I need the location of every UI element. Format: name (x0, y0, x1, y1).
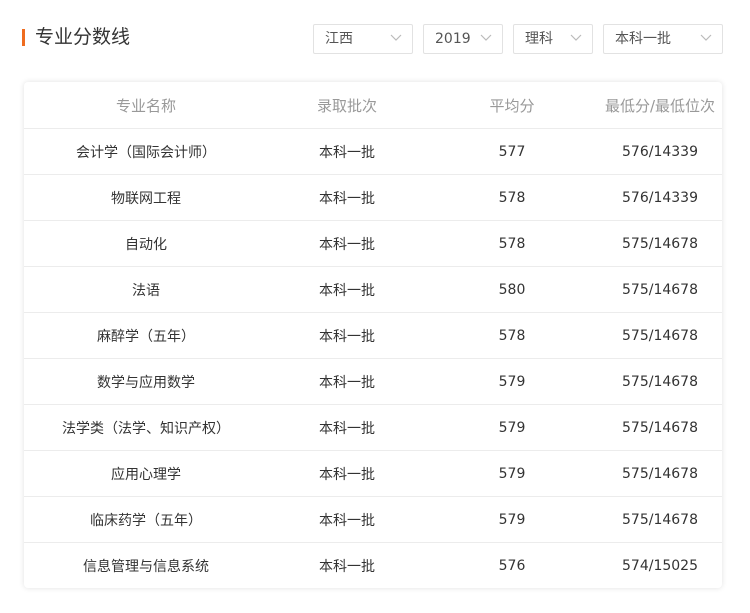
page: 专业分数线 江西 2019 理科 本科一批 专业名称 录取批次 平均分 最低分/… (0, 0, 750, 613)
section-header: 专业分数线 江西 2019 理科 本科一批 (22, 24, 732, 56)
year-select[interactable]: 2019 (423, 24, 503, 54)
cell-major: 物联网工程 (24, 174, 268, 221)
cell-major: 会计学（国际会计师） (24, 128, 268, 175)
table-header-row: 专业名称 录取批次 平均分 最低分/最低位次 (24, 82, 722, 129)
cell-min-rank: 575/14678 (598, 358, 722, 405)
cell-average: 579 (426, 450, 598, 497)
subject-select[interactable]: 理科 (513, 24, 593, 54)
cell-average: 580 (426, 266, 598, 313)
chevron-down-icon (480, 34, 492, 41)
table-row: 会计学（国际会计师） 本科一批 577 576/14339 (24, 128, 722, 175)
cell-min-rank: 574/15025 (622, 557, 698, 574)
batch-select-value: 本科一批 (615, 31, 671, 47)
subject-select-value: 理科 (525, 31, 553, 47)
cell-major: 麻醉学（五年） (24, 312, 268, 359)
table-row: 物联网工程 本科一批 578 576/14339 (24, 174, 722, 221)
cell-major: 法语 (24, 266, 268, 313)
cell-average: 576 (498, 557, 526, 574)
table-row: 法语 本科一批 580 575/14678 (24, 266, 722, 313)
cell-major: 数学与应用数学 (24, 358, 268, 405)
cell-average: 579 (426, 404, 598, 451)
chevron-down-icon (390, 34, 402, 41)
table-row: 法学类（法学、知识产权） 本科一批 579 575/14678 (24, 404, 722, 451)
cell-min-rank: 575/14678 (598, 404, 722, 451)
table-row: 自动化 本科一批 578 575/14678 (24, 220, 722, 267)
cell-batch: 本科一批 (268, 496, 426, 543)
cell-average: 579 (426, 496, 598, 543)
cell-major: 临床药学（五年） (24, 496, 268, 543)
province-select-value: 江西 (325, 31, 353, 47)
cell-batch: 本科一批 (268, 450, 426, 497)
table-row: 临床药学（五年） 本科一批 579 575/14678 (24, 496, 722, 543)
cell-batch: 本科一批 (268, 266, 426, 313)
cell-batch: 本科一批 (268, 174, 426, 221)
cell-major: 法学类（法学、知识产权） (24, 404, 268, 451)
cell-average: 578 (426, 174, 598, 221)
cell-average: 578 (426, 312, 598, 359)
column-header-major: 专业名称 (24, 82, 268, 129)
cell-batch: 本科一批 (319, 558, 375, 575)
batch-select[interactable]: 本科一批 (603, 24, 723, 54)
table-row: 麻醉学（五年） 本科一批 578 575/14678 (24, 312, 722, 359)
cell-batch: 本科一批 (268, 404, 426, 451)
cell-batch: 本科一批 (268, 220, 426, 267)
cell-batch: 本科一批 (268, 358, 426, 405)
column-header-batch: 录取批次 (268, 82, 426, 129)
cell-batch: 本科一批 (268, 128, 426, 175)
cell-major: 应用心理学 (24, 450, 268, 497)
table-row: 应用心理学 本科一批 579 575/14678 (24, 450, 722, 497)
cell-average: 579 (426, 358, 598, 405)
cell-min-rank: 575/14678 (598, 496, 722, 543)
cell-average: 578 (426, 220, 598, 267)
cell-min-rank: 575/14678 (598, 220, 722, 267)
cell-min-rank: 576/14339 (598, 128, 722, 175)
title-accent-bar (22, 29, 25, 46)
cell-major: 自动化 (24, 220, 268, 267)
table-row: 数学与应用数学 本科一批 579 575/14678 (24, 358, 722, 405)
cell-min-rank: 575/14678 (598, 450, 722, 497)
score-table: 专业名称 录取批次 平均分 最低分/最低位次 会计学（国际会计师） 本科一批 5… (24, 82, 722, 588)
table-row: 信息管理与信息系统 本科一批 576 574/15025 (24, 543, 722, 589)
chevron-down-icon (700, 34, 712, 41)
province-select[interactable]: 江西 (313, 24, 413, 54)
cell-major: 信息管理与信息系统 (83, 558, 209, 575)
chevron-down-icon (570, 34, 582, 41)
cell-average: 577 (426, 128, 598, 175)
column-header-average: 平均分 (426, 82, 598, 129)
column-header-min-rank: 最低分/最低位次 (598, 82, 722, 129)
cell-min-rank: 575/14678 (598, 312, 722, 359)
cell-batch: 本科一批 (268, 312, 426, 359)
page-title: 专业分数线 (35, 26, 131, 48)
cell-min-rank: 576/14339 (598, 174, 722, 221)
cell-min-rank: 575/14678 (598, 266, 722, 313)
year-select-value: 2019 (435, 31, 471, 47)
score-table-card: 专业名称 录取批次 平均分 最低分/最低位次 会计学（国际会计师） 本科一批 5… (24, 82, 722, 588)
